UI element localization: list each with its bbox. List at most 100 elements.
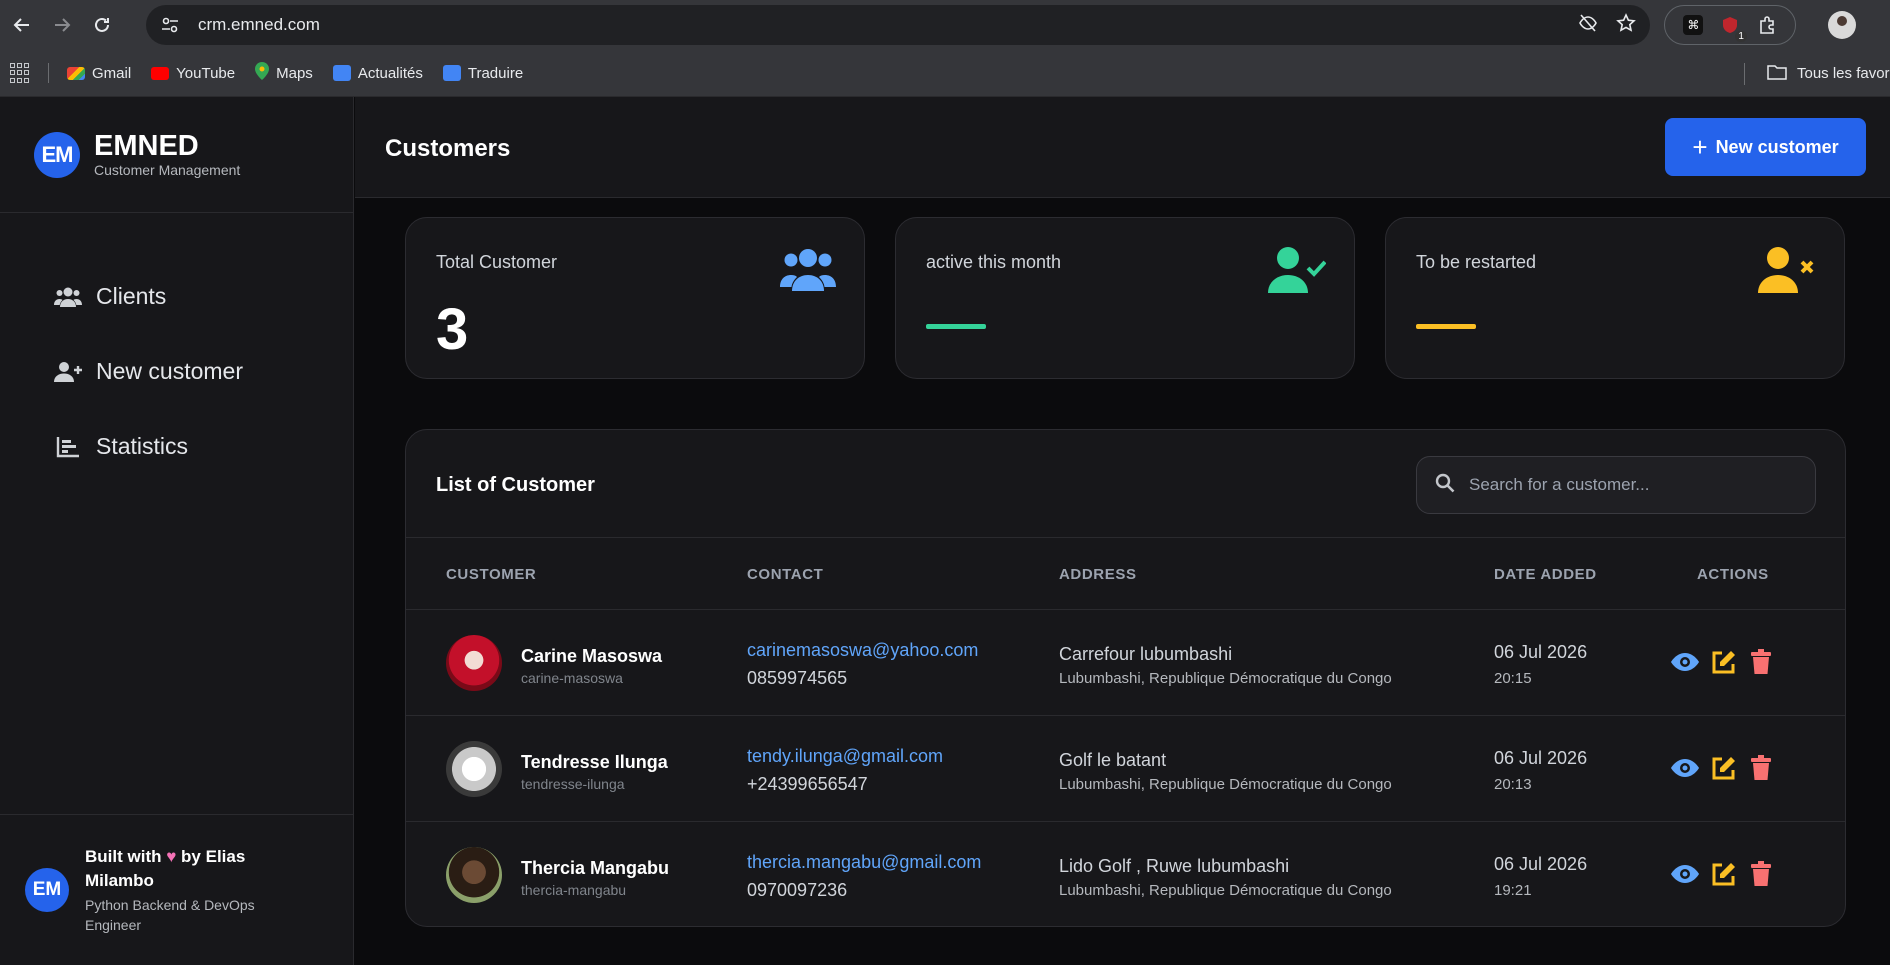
customer-slug: carine-masoswa <box>521 670 623 686</box>
table-row[interactable]: Carine Masoswa carine-masoswa carinemaso… <box>406 610 1845 716</box>
column-header-contact[interactable]: CONTACT <box>747 566 823 583</box>
address-bar[interactable]: crm.emned.com <box>146 5 1650 45</box>
view-icon[interactable] <box>1669 646 1701 678</box>
brand-subtitle: Customer Management <box>94 161 241 178</box>
footer-credit: Built with ♥ by Elias Milambo <box>85 847 246 890</box>
sidebar-footer: EM Built with ♥ by Elias Milambo Python … <box>0 814 353 965</box>
browser-toolbar: crm.emned.com ⌘ 1 <box>0 0 1890 50</box>
users-icon <box>54 283 82 311</box>
search-box <box>1416 456 1816 514</box>
shield-extension-icon[interactable]: 1 <box>1717 12 1747 42</box>
customer-list: List of Customer CUSTOMER CONTACT ADDRES… <box>405 429 1846 927</box>
customer-phone: 0859974565 <box>747 668 848 688</box>
user-x-icon <box>1758 246 1816 299</box>
user-check-icon <box>1268 246 1327 299</box>
sidebar-menu: Clients New customer Statistics <box>0 213 353 484</box>
heart-icon: ♥ <box>166 847 177 866</box>
table-row[interactable]: Tendresse Ilunga tendresse-ilunga tendy.… <box>406 716 1845 822</box>
eye-off-icon[interactable] <box>1578 13 1598 37</box>
delete-icon[interactable] <box>1745 646 1777 678</box>
bookmark-actualites[interactable]: Actualités <box>332 65 423 82</box>
youtube-icon <box>151 66 170 80</box>
date-added: 06 Jul 2026 <box>1494 854 1588 874</box>
customer-address: Lido Golf , Ruwe lubumbashi <box>1059 856 1290 876</box>
avatar <box>446 741 502 797</box>
plus-icon: + <box>1692 132 1708 162</box>
sidebar-item-clients[interactable]: Clients <box>0 259 353 334</box>
back-icon[interactable] <box>2 5 42 45</box>
avatar <box>446 635 502 691</box>
customer-email[interactable]: tendy.ilunga@gmail.com <box>747 746 943 767</box>
bookmark-youtube[interactable]: YouTube <box>151 65 235 82</box>
puzzle-icon[interactable] <box>1754 12 1780 38</box>
edit-icon[interactable] <box>1708 752 1740 784</box>
news-icon <box>332 65 351 81</box>
customer-name[interactable]: Thercia Mangabu <box>521 858 669 879</box>
footer-logo: EM <box>25 868 69 912</box>
date-added: 06 Jul 2026 <box>1494 748 1588 768</box>
page-header: Customers + New customer <box>355 97 1890 198</box>
new-customer-button[interactable]: + New customer <box>1665 118 1866 176</box>
edit-icon[interactable] <box>1708 858 1740 890</box>
table-row[interactable]: Thercia Mangabu thercia-mangabu thercia.… <box>406 822 1845 926</box>
translate-icon <box>442 65 461 81</box>
customer-region: Lubumbashi, Republique Démocratique du C… <box>1059 882 1392 899</box>
bookmarks-bar: Gmail YouTube Maps Actualités Traduire T… <box>0 50 1890 97</box>
customer-phone: +24399656547 <box>747 774 868 794</box>
forward-icon[interactable] <box>42 5 82 45</box>
sidebar-item-new-customer[interactable]: New customer <box>0 334 353 409</box>
date-added: 06 Jul 2026 <box>1494 642 1588 662</box>
view-icon[interactable] <box>1669 752 1701 784</box>
all-bookmarks[interactable]: Tous les favoris <box>1744 50 1890 97</box>
column-header-customer[interactable]: CUSTOMER <box>446 566 536 583</box>
sidebar-item-statistics[interactable]: Statistics <box>0 409 353 484</box>
bookmark-star-icon[interactable] <box>1616 12 1636 38</box>
users-icon <box>780 246 836 297</box>
sidebar-item-label: Statistics <box>96 433 189 459</box>
folder-icon <box>1767 64 1787 84</box>
brand[interactable]: EM EMNED Customer Management <box>0 97 353 213</box>
customer-slug: thercia-mangabu <box>521 882 627 898</box>
stat-label: To be restarted <box>1416 252 1537 272</box>
customer-name[interactable]: Carine Masoswa <box>521 646 662 667</box>
brand-logo: EM <box>34 131 80 178</box>
delete-icon[interactable] <box>1745 752 1777 784</box>
column-header-actions: ACTIONS <box>1697 566 1769 583</box>
bookmark-gmail[interactable]: Gmail <box>67 65 131 82</box>
edit-icon[interactable] <box>1708 646 1740 678</box>
column-header-date-added[interactable]: DATE ADDED <box>1494 566 1597 583</box>
reload-icon[interactable] <box>82 5 122 45</box>
customer-region: Lubumbashi, Republique Démocratique du C… <box>1059 776 1392 793</box>
stat-label: active this month <box>926 252 1062 272</box>
customer-address: Carrefour lubumbashi <box>1059 644 1233 664</box>
search-icon <box>1435 473 1455 498</box>
bookmark-traduire[interactable]: Traduire <box>442 65 523 82</box>
search-input[interactable] <box>1469 475 1789 495</box>
delete-icon[interactable] <box>1745 858 1777 890</box>
sidebar-item-label: Clients <box>96 283 167 309</box>
stat-value: 3 <box>436 297 469 362</box>
page-title: Customers <box>385 135 511 162</box>
stat-label: Total Customer <box>436 252 558 272</box>
column-header-address[interactable]: ADDRESS <box>1059 566 1137 583</box>
time-added: 19:21 <box>1494 882 1532 899</box>
list-title: List of Customer <box>436 474 595 496</box>
profile-avatar[interactable] <box>1828 11 1856 39</box>
customer-slug: tendresse-ilunga <box>521 776 625 792</box>
view-icon[interactable] <box>1669 858 1701 890</box>
bookmark-maps[interactable]: Maps <box>255 62 313 84</box>
avatar <box>446 847 502 903</box>
gmail-icon <box>67 66 85 80</box>
customer-phone: 0970097236 <box>747 880 848 900</box>
site-settings-icon[interactable] <box>156 11 184 39</box>
customer-email[interactable]: carinemasoswa@yahoo.com <box>747 640 978 661</box>
time-added: 20:13 <box>1494 776 1532 793</box>
customer-region: Lubumbashi, Republique Démocratique du C… <box>1059 670 1392 687</box>
table-header: CUSTOMER CONTACT ADDRESS DATE ADDED ACTI… <box>406 538 1845 610</box>
command-extension-icon[interactable]: ⌘ <box>1680 12 1706 38</box>
apps-grid-icon[interactable] <box>10 63 30 83</box>
customer-email[interactable]: thercia.mangabu@gmail.com <box>747 852 981 873</box>
stat-placeholder-dash <box>926 324 986 329</box>
sidebar-item-label: New customer <box>96 358 243 384</box>
customer-name[interactable]: Tendresse Ilunga <box>521 752 668 773</box>
